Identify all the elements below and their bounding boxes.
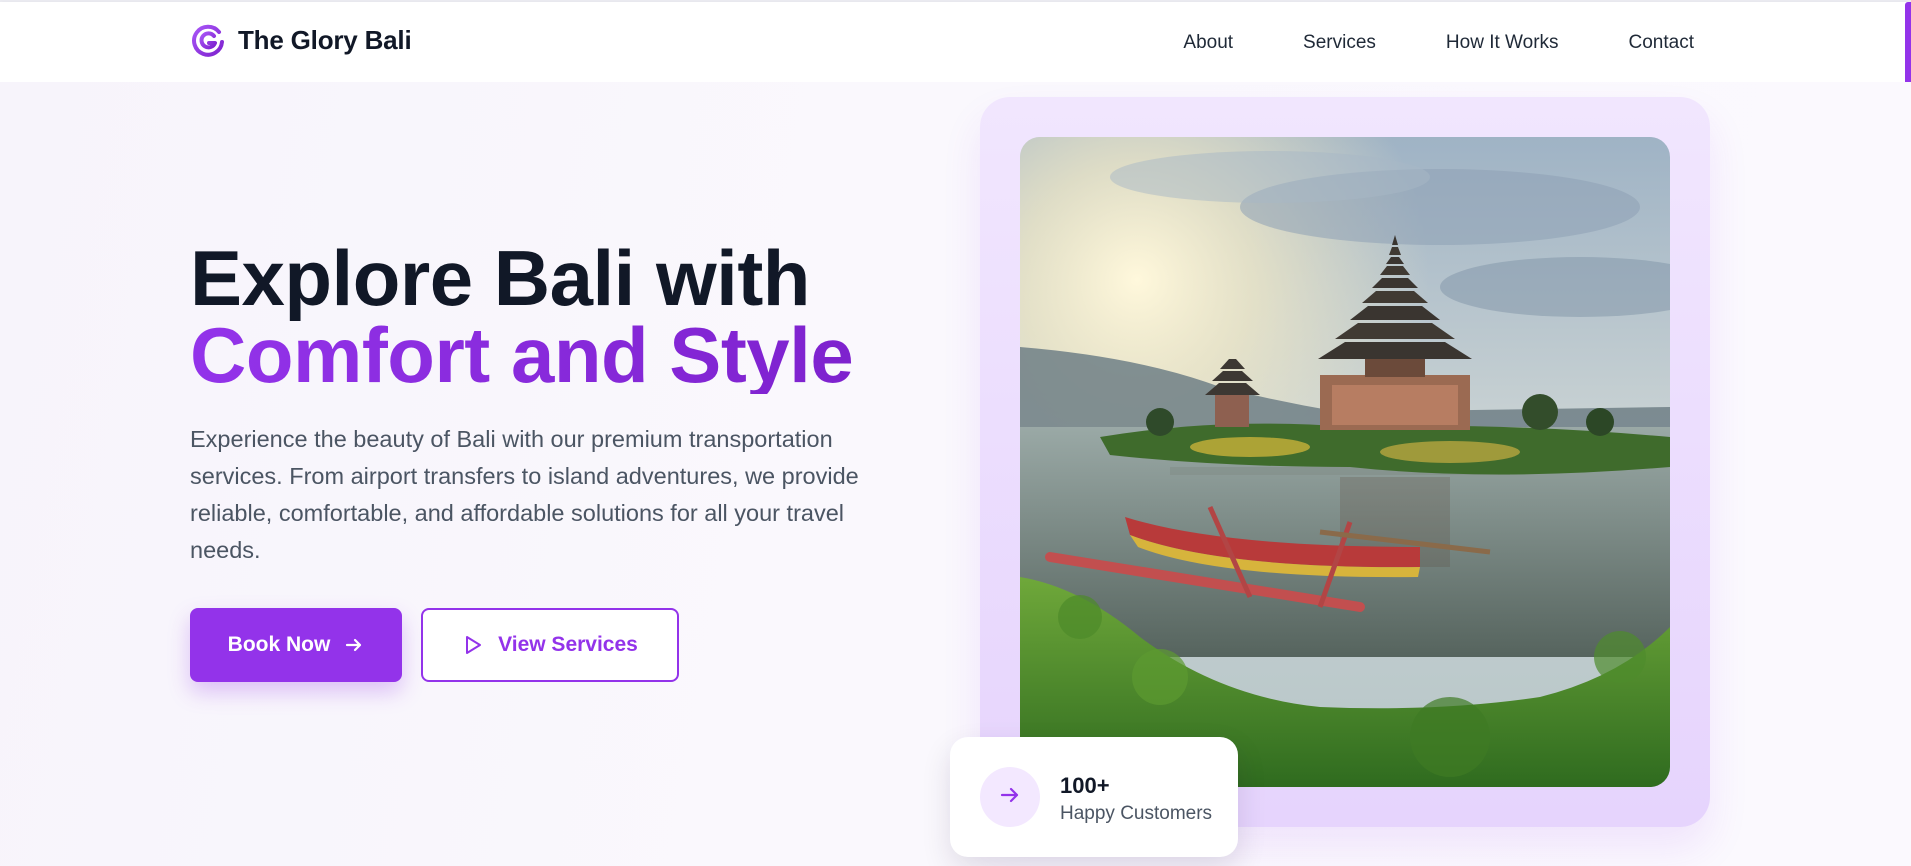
book-now-label: Book Now [227, 633, 331, 656]
hero-headline: Explore Bali with Comfort and Style [190, 234, 854, 399]
nav-how-it-works-link[interactable]: How It Works [1446, 32, 1559, 54]
nav-contact-link[interactable]: Contact [1629, 32, 1694, 54]
arrow-right-icon [998, 783, 1022, 812]
view-services-label: View Services [498, 633, 638, 656]
brand-name: The Glory Bali [238, 24, 412, 55]
glory-g-logo-icon [190, 22, 226, 58]
nav-services-link[interactable]: Services [1303, 32, 1376, 54]
play-icon [462, 634, 484, 656]
stats-value: 100+ [1060, 773, 1110, 798]
stats-icon-circle [980, 767, 1040, 827]
hero-image-card [980, 97, 1710, 827]
happy-customers-card: 100+ Happy Customers [950, 737, 1238, 857]
bali-temple-on-lake-photo [1020, 137, 1670, 787]
brand-logo[interactable]: The Glory Bali [190, 22, 412, 58]
view-services-button[interactable]: View Services [421, 608, 679, 682]
headline-line-2: Comfort and Style [190, 311, 854, 399]
hero-description: Experience the beauty of Bali with our p… [190, 426, 859, 563]
headline-line-1: Explore Bali with [190, 234, 810, 322]
stats-label: Happy Customers [1060, 803, 1213, 824]
arrow-right-icon [344, 635, 364, 655]
main-nav: About Services How It Works Contact [1183, 32, 1694, 54]
navbar: The Glory Bali About Services How It Wor… [0, 2, 1911, 82]
nav-about-link[interactable]: About [1183, 32, 1233, 54]
book-now-button[interactable]: Book Now [190, 608, 402, 682]
